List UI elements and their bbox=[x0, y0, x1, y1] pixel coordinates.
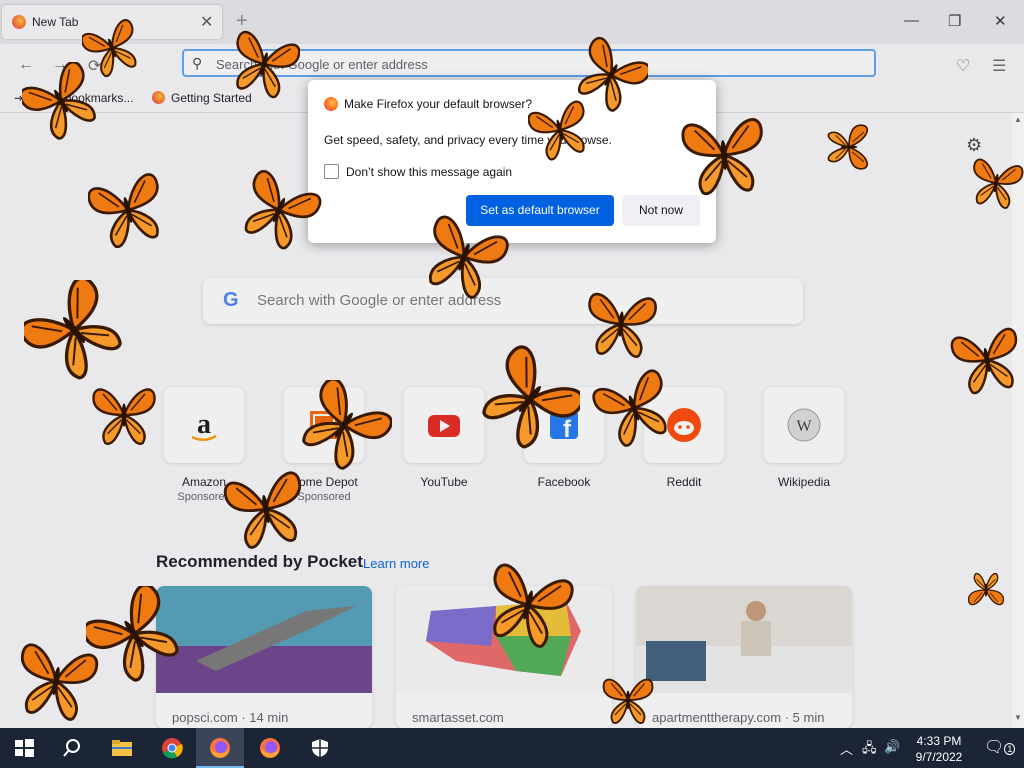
dont-show-label[interactable]: Don’t show this message again bbox=[346, 165, 512, 179]
butterfly-icon bbox=[602, 678, 654, 724]
windows-logo-icon bbox=[15, 739, 34, 757]
butterfly-icon bbox=[967, 572, 1005, 606]
butterfly-icon bbox=[950, 326, 1024, 397]
butterfly-icon bbox=[680, 117, 768, 197]
top-site-youtube[interactable]: YouTube bbox=[404, 387, 484, 489]
top-site-wikipedia[interactable]: W Wikipedia bbox=[764, 387, 844, 489]
site-label: Wikipedia bbox=[777, 475, 831, 489]
dialog-title: Make Firefox your default browser? bbox=[344, 97, 533, 111]
butterfly-icon bbox=[589, 368, 680, 448]
youtube-tile bbox=[404, 387, 484, 463]
start-button[interactable] bbox=[0, 728, 48, 768]
site-label: Reddit bbox=[666, 475, 702, 489]
site-label: Facebook bbox=[537, 475, 591, 489]
svg-text:W: W bbox=[796, 418, 812, 435]
tray-chevron-icon[interactable]: ︿ bbox=[840, 739, 853, 758]
file-explorer-button[interactable] bbox=[98, 728, 146, 768]
butterfly-icon bbox=[24, 280, 124, 380]
pocket-card-source: smartasset.com bbox=[412, 710, 504, 725]
default-browser-dialog: Make Firefox your default browser? Get s… bbox=[308, 80, 716, 243]
butterfly-icon bbox=[479, 561, 576, 650]
scroll-up-icon[interactable]: ▲ bbox=[1014, 115, 1022, 124]
security-taskbar-button[interactable] bbox=[296, 728, 344, 768]
butterfly-icon bbox=[827, 124, 869, 170]
notification-center-icon[interactable]: 🗨 1 bbox=[984, 737, 1016, 757]
butterfly-icon bbox=[11, 642, 100, 724]
butterfly-icon bbox=[228, 29, 300, 100]
dont-show-checkbox[interactable] bbox=[324, 164, 339, 179]
firefox-taskbar-button[interactable] bbox=[196, 728, 244, 768]
firefox-icon bbox=[152, 91, 165, 104]
firefox-icon bbox=[324, 97, 338, 111]
firefox-icon bbox=[210, 738, 230, 758]
shield-icon bbox=[312, 739, 328, 757]
butterfly-icon bbox=[480, 344, 580, 454]
search-icon: ⚲ bbox=[192, 55, 203, 71]
pocket-card[interactable]: popsci.com · 14 min bbox=[156, 586, 372, 728]
chrome-button[interactable] bbox=[148, 728, 196, 768]
restore-button[interactable]: ❐ bbox=[948, 12, 961, 30]
butterfly-icon bbox=[574, 34, 648, 119]
minimize-button[interactable]: — bbox=[904, 12, 919, 29]
firefox-icon bbox=[260, 738, 280, 758]
search-taskbar-button[interactable] bbox=[48, 728, 96, 768]
firefox-taskbar-button-2[interactable] bbox=[246, 728, 294, 768]
amazon-tile: a bbox=[164, 387, 244, 463]
amazon-icon: a bbox=[191, 409, 217, 441]
folder-icon bbox=[112, 740, 132, 756]
tab-strip: New Tab ✕ + — ❐ ✕ bbox=[0, 0, 1024, 44]
svg-text:a: a bbox=[197, 409, 211, 440]
google-icon: G bbox=[223, 289, 239, 311]
tab-close-icon[interactable]: ✕ bbox=[200, 12, 213, 32]
pocket-button[interactable]: ♡ bbox=[956, 56, 970, 76]
butterfly-icon bbox=[584, 292, 658, 360]
search-icon bbox=[63, 739, 80, 757]
firefox-icon bbox=[12, 15, 26, 29]
site-label: YouTube bbox=[420, 475, 468, 489]
youtube-icon bbox=[428, 415, 460, 437]
butterfly-icon bbox=[88, 171, 168, 250]
windows-taskbar: ︿ 🖧 🔊 4:33 PM 9/7/2022 🗨 1 bbox=[0, 728, 1024, 768]
butterfly-icon bbox=[222, 470, 311, 552]
clock-date: 9/7/2022 bbox=[915, 750, 963, 764]
butterfly-icon bbox=[22, 62, 100, 140]
volume-icon[interactable]: 🔊 bbox=[884, 739, 900, 755]
butterfly-icon bbox=[234, 170, 324, 250]
network-icon[interactable]: 🖧 bbox=[862, 739, 877, 761]
pocket-card-source: popsci.com · 14 min bbox=[172, 710, 289, 725]
butterfly-icon bbox=[92, 388, 156, 445]
scroll-down-icon[interactable]: ▼ bbox=[1014, 713, 1022, 722]
butterfly-icon bbox=[416, 214, 512, 300]
wikipedia-icon: W bbox=[787, 408, 821, 442]
learn-more-link[interactable]: Learn more bbox=[363, 556, 429, 571]
chrome-icon bbox=[162, 738, 183, 759]
close-window-button[interactable]: ✕ bbox=[994, 12, 1007, 30]
pocket-card-image bbox=[156, 586, 372, 694]
butterfly-icon bbox=[968, 157, 1024, 211]
pocket-heading: Recommended by Pocket bbox=[156, 552, 363, 571]
app-menu-button[interactable]: ☰ bbox=[992, 56, 1006, 76]
clock-time: 4:33 PM bbox=[916, 734, 962, 748]
butterfly-icon bbox=[296, 380, 392, 470]
notification-count: 1 bbox=[1004, 743, 1016, 755]
wikipedia-tile: W bbox=[764, 387, 844, 463]
system-clock[interactable]: 4:33 PM 9/7/2022 bbox=[904, 733, 974, 765]
tab-title: New Tab bbox=[32, 15, 79, 29]
